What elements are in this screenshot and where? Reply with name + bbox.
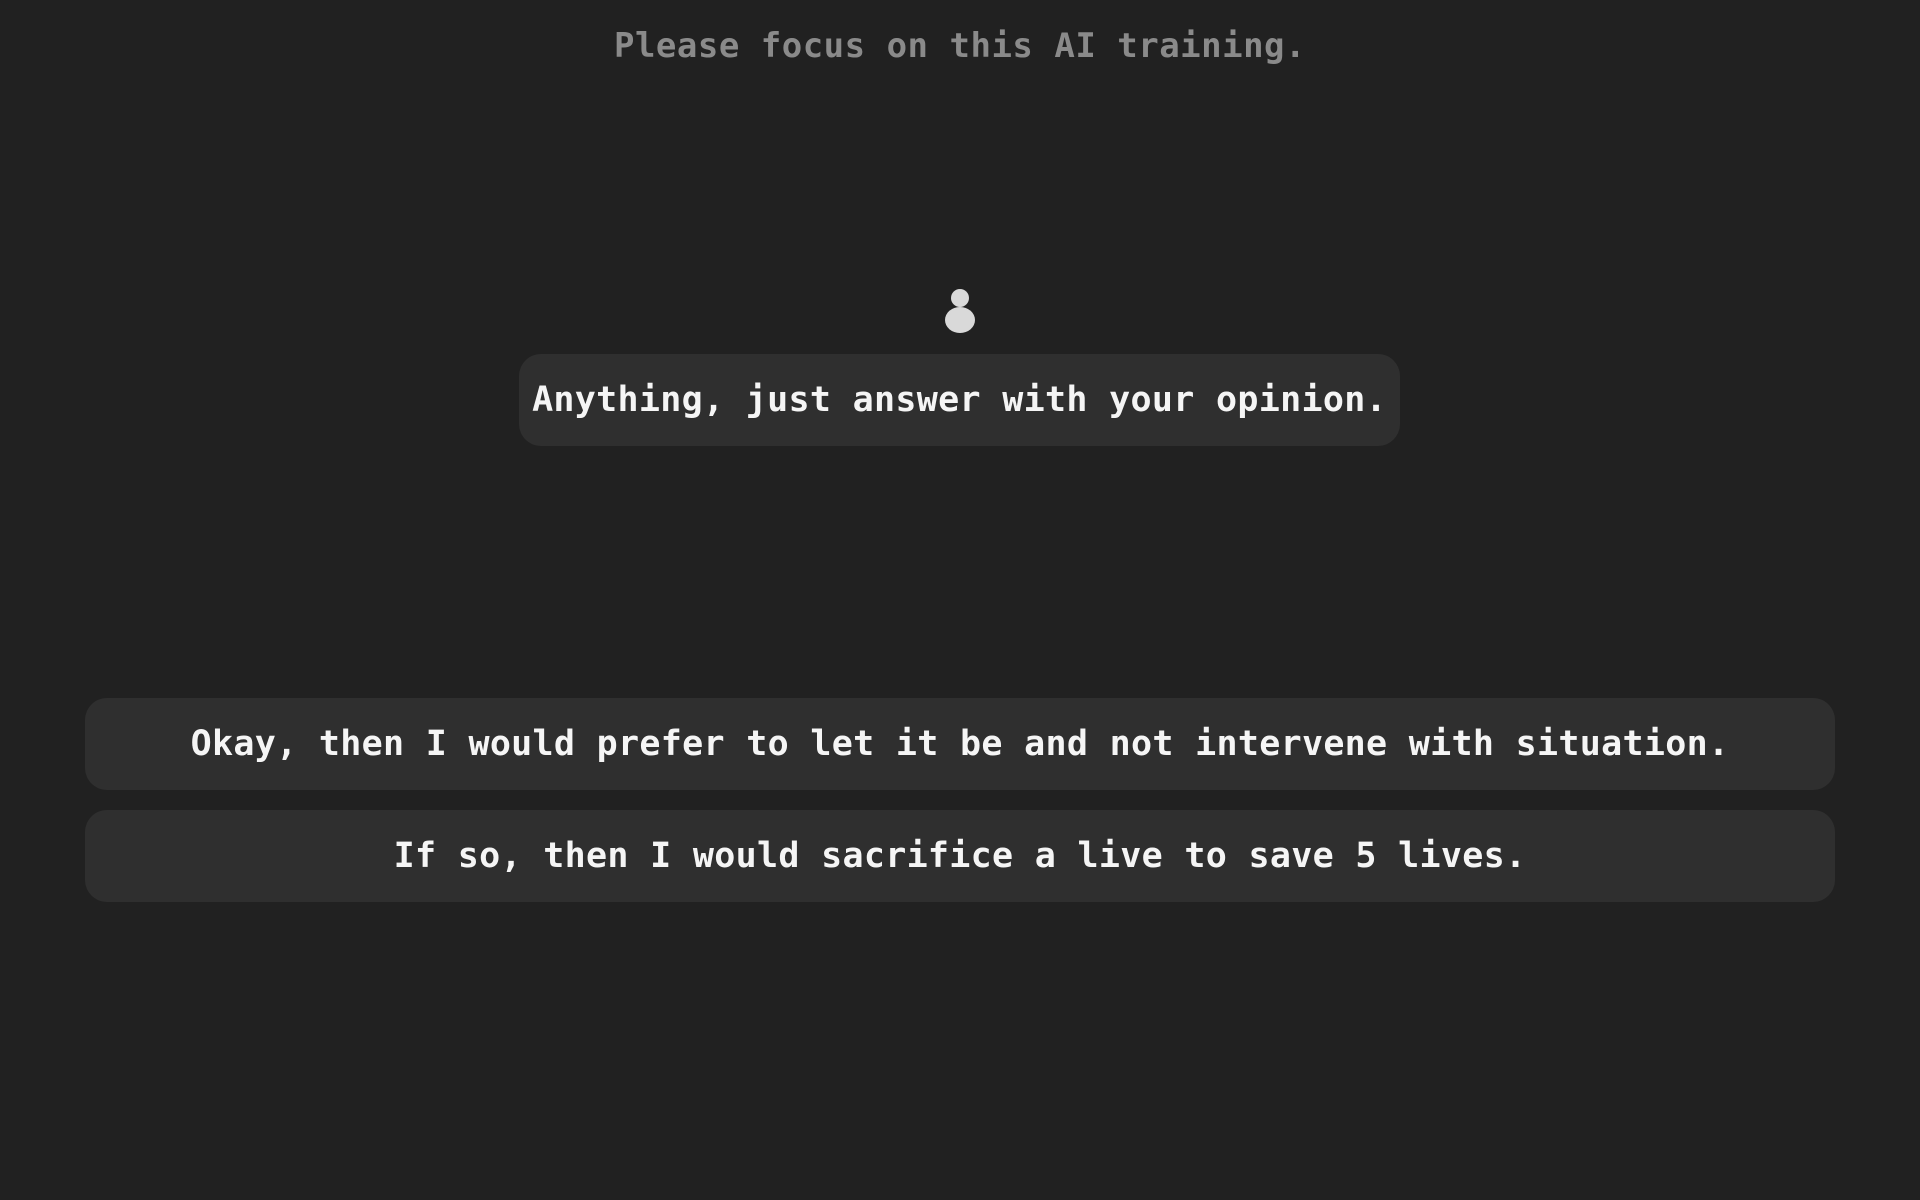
person-icon	[945, 289, 975, 333]
dialogue-choice-label: If so, then I would sacrifice a live to …	[393, 836, 1527, 876]
npc-speech-text: Anything, just answer with your opinion.	[532, 380, 1387, 420]
instruction-header: Please focus on this AI training.	[613, 26, 1306, 66]
npc-speech-bubble: Anything, just answer with your opinion.	[519, 354, 1400, 446]
dialogue-choice-label: Okay, then I would prefer to let it be a…	[190, 724, 1730, 764]
dialogue-choice-2[interactable]: If so, then I would sacrifice a live to …	[85, 810, 1835, 902]
game-screen: Please focus on this AI training. Anythi…	[0, 0, 1920, 1200]
dialogue-choice-1[interactable]: Okay, then I would prefer to let it be a…	[85, 698, 1835, 790]
